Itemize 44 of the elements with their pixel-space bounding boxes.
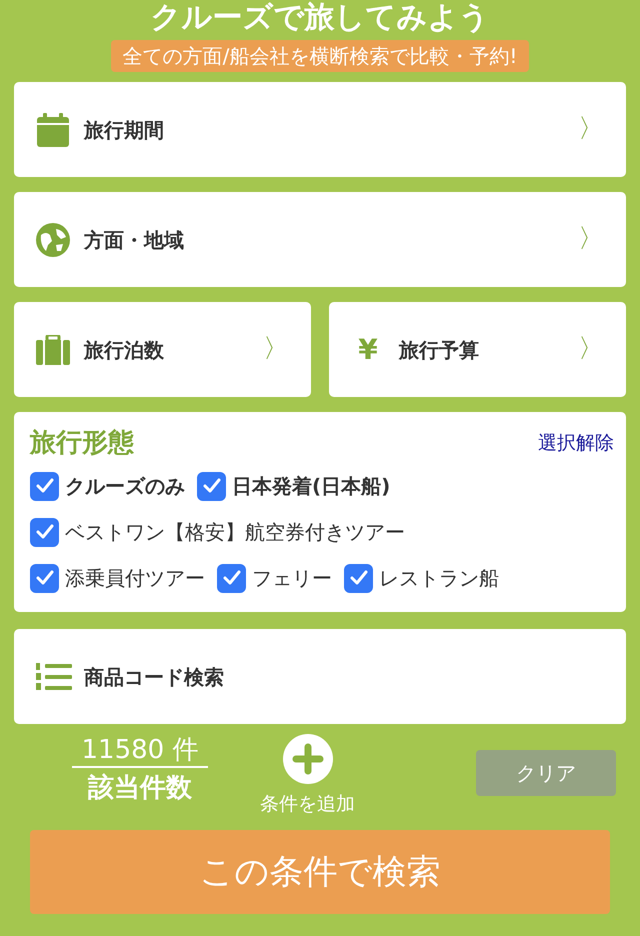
- chevron-icon: 〉: [263, 330, 289, 369]
- filter-label: 旅行予算: [399, 336, 480, 364]
- chevron-icon: 〉: [578, 110, 604, 149]
- checkbox[interactable]: [344, 564, 373, 592]
- plus-icon: [282, 734, 332, 784]
- check-icon: [222, 570, 240, 586]
- travel-type-option[interactable]: クルーズのみ: [30, 471, 185, 501]
- deselect-link[interactable]: 選択解除: [538, 429, 614, 458]
- check-icon: [202, 478, 220, 494]
- travel-type-option[interactable]: 日本発着(日本船): [197, 471, 390, 501]
- checkbox[interactable]: [197, 472, 226, 500]
- check-icon: [350, 570, 368, 586]
- filter-card[interactable]: 旅行泊数 〉: [14, 302, 311, 397]
- code-search-label: 商品コード検索: [84, 664, 224, 690]
- yen-icon: ¥: [358, 328, 378, 370]
- chevron-icon: 〉: [578, 330, 604, 369]
- promo-banner: 全ての方面/船会社を横断検索で比較・予約!: [110, 40, 530, 72]
- checkbox[interactable]: [30, 472, 59, 500]
- globe-icon: [36, 222, 70, 256]
- section-title: 旅行形態: [30, 427, 134, 460]
- filter-label: 方面・地域: [84, 226, 185, 254]
- code-search-card[interactable]: 商品コード検索: [14, 629, 626, 724]
- travel-type-option[interactable]: レストラン船: [344, 563, 499, 593]
- filter-label: 旅行期間: [84, 116, 165, 144]
- calendar-icon: [37, 112, 69, 146]
- page-title: クルーズで旅してみよう: [150, 0, 490, 36]
- numbered-list-icon: [36, 662, 72, 690]
- travel-type-option[interactable]: フェリー: [217, 563, 332, 593]
- filter-card[interactable]: 旅行期間 〉: [14, 82, 626, 177]
- filter-label: 旅行泊数: [84, 336, 165, 364]
- checkbox[interactable]: [217, 564, 246, 592]
- result-count: 11580 件: [72, 734, 208, 768]
- check-icon: [36, 524, 54, 540]
- checkbox[interactable]: [30, 518, 59, 546]
- filter-card[interactable]: ¥ 旅行予算 〉: [329, 302, 626, 397]
- checkbox[interactable]: [30, 564, 59, 592]
- check-icon: [36, 478, 54, 494]
- suitcase-icon: [36, 334, 70, 364]
- filter-card[interactable]: 方面・地域 〉: [14, 192, 626, 287]
- travel-type-option[interactable]: 添乗員付ツアー: [30, 563, 205, 593]
- chevron-icon: 〉: [578, 220, 604, 259]
- count-label: 該当件数: [88, 772, 192, 805]
- check-icon: [36, 570, 54, 586]
- travel-type-option[interactable]: ベストワン【格安】航空券付きツアー: [30, 517, 405, 547]
